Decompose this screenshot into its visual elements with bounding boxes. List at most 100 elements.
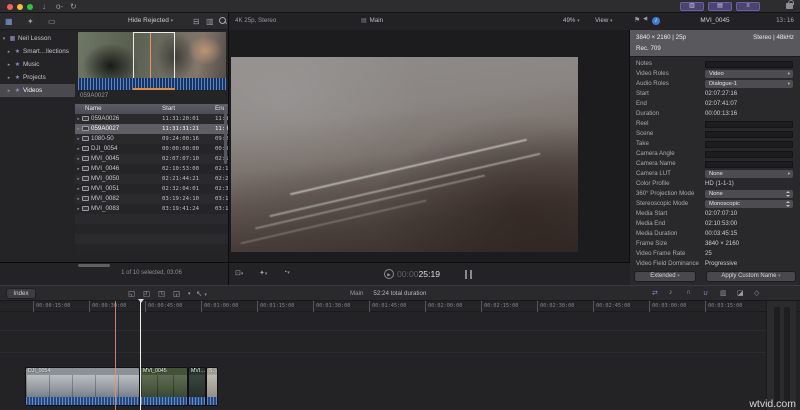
- list-vertical-scrollbar[interactable]: [224, 106, 227, 164]
- clip-appearance-icon[interactable]: ▥: [720, 289, 727, 297]
- table-row[interactable]: ▸059A002611:31:20:0111:31: [75, 114, 228, 124]
- snapping-icon[interactable]: ∪: [703, 289, 708, 297]
- connect-clip-icon[interactable]: ◱: [128, 289, 135, 299]
- video-canvas[interactable]: [231, 57, 578, 252]
- clip-height-icon[interactable]: ⊟: [193, 15, 200, 28]
- key-icon[interactable]: o-: [56, 1, 63, 12]
- zoom-dropdown[interactable]: 49% ▾: [563, 17, 580, 24]
- timeline-clip[interactable]: MVI_0045: [140, 367, 188, 406]
- table-row[interactable]: ▸ MVI_0051 02:32:04:01 02:3: [75, 184, 228, 194]
- inspector-row-value: 02:07:41:07: [705, 100, 738, 107]
- disclosure-closed-icon[interactable]: ▸: [5, 46, 13, 58]
- timeline-lanes[interactable]: DJI_0054 MVI_0045 MVI… S…: [0, 312, 800, 410]
- dropdown[interactable]: Video ▾: [705, 70, 793, 78]
- disclosure-closed-icon[interactable]: ▸: [75, 174, 82, 184]
- text-field[interactable]: [705, 120, 793, 128]
- clip-end-tc: 02:3: [215, 186, 228, 192]
- overwrite-clip-icon[interactable]: ◲: [173, 289, 180, 299]
- stepper[interactable]: Monoscopic: [705, 200, 793, 208]
- filmstrip-preview[interactable]: [78, 32, 226, 90]
- text-field[interactable]: [705, 150, 793, 158]
- chevron-down-icon[interactable]: ▾: [188, 289, 191, 299]
- retime-dropdown-icon[interactable]: ◔▾: [283, 269, 290, 276]
- playhead[interactable]: [137, 299, 144, 410]
- clip-audio-waveform: [207, 397, 217, 405]
- disclosure-closed-icon[interactable]: ▸: [75, 184, 82, 194]
- minimize-window-button[interactable]: [17, 3, 23, 10]
- disclosure-closed-icon[interactable]: ▸: [5, 59, 13, 71]
- text-field[interactable]: [705, 60, 793, 68]
- append-clip-icon[interactable]: ◳: [158, 289, 165, 299]
- workspace-button-1[interactable]: ▥: [680, 2, 704, 11]
- disclosure-closed-icon[interactable]: ▸: [75, 154, 82, 164]
- sidebar-item-music[interactable]: ▸ ★ Music: [0, 58, 75, 71]
- workspace-button-2[interactable]: ▤: [708, 2, 732, 11]
- timeline-clip[interactable]: S…: [206, 367, 218, 406]
- disclosure-closed-icon[interactable]: ▸: [75, 204, 82, 214]
- clip-table-header[interactable]: Name Start End: [75, 104, 228, 114]
- disclosure-closed-icon[interactable]: ▸: [5, 72, 13, 84]
- photos-audio-icon[interactable]: ✦: [27, 15, 34, 28]
- extended-button[interactable]: Extended ▾: [634, 271, 696, 282]
- sidebar-item-videos[interactable]: ▸ ★ Videos: [0, 84, 75, 97]
- list-view-icon[interactable]: ▥: [206, 15, 214, 28]
- stepper[interactable]: None: [705, 190, 793, 198]
- text-field[interactable]: [705, 130, 793, 138]
- workspace-button-3[interactable]: ≡: [736, 2, 760, 11]
- disclosure-closed-icon[interactable]: ▸: [75, 164, 82, 174]
- transform-dropdown-icon[interactable]: ⊡▾: [235, 269, 243, 277]
- view-dropdown[interactable]: View ▾: [595, 17, 613, 24]
- disclosure-closed-icon[interactable]: ▸: [75, 194, 82, 204]
- search-icon[interactable]: [219, 17, 227, 25]
- sidebar-item-projects[interactable]: ▸ ★ Projects: [0, 71, 75, 84]
- timeline-clip[interactable]: MVI…: [188, 367, 206, 406]
- skim-handles-icon[interactable]: [465, 270, 475, 279]
- skimming-icon[interactable]: ⇄: [652, 289, 658, 297]
- disclosure-closed-icon[interactable]: ▸: [5, 85, 13, 97]
- download-icon[interactable]: ↓: [42, 1, 46, 12]
- zoom-window-button[interactable]: [27, 3, 33, 10]
- enhance-dropdown-icon[interactable]: ✦▾: [259, 269, 267, 277]
- table-row[interactable]: ▸1080-5009:24:00:1609:24: [75, 134, 228, 144]
- browser-horizontal-scrollbar[interactable]: [78, 264, 110, 267]
- libraries-sidebar-icon[interactable]: ▦: [5, 15, 13, 28]
- table-row[interactable]: ▸059A002711:31:31:2111:31: [75, 124, 228, 134]
- timeline-ruler[interactable]: 00:00:15:00 00:00:30:00 00:00:45:00 00:01:0…: [0, 301, 800, 312]
- text-field[interactable]: [705, 160, 793, 168]
- table-row[interactable]: ▸ MVI_0050 02:21:44:21 02:2: [75, 174, 228, 184]
- sidebar-item-smart-llections[interactable]: ▸ ★ Smart…llections: [0, 45, 75, 58]
- table-row[interactable]: ▸ MVI_0083 03:19:41:24 03:1: [75, 204, 228, 214]
- refresh-icon[interactable]: ↻: [70, 1, 77, 12]
- column-name[interactable]: Name: [85, 104, 102, 114]
- event-icon: ★: [14, 62, 21, 68]
- apply-custom-name-button[interactable]: Apply Custom Name ▾: [706, 271, 796, 282]
- column-start[interactable]: Start: [162, 104, 175, 114]
- ruler-tick: 00:03:00:00: [649, 301, 686, 312]
- play-button[interactable]: ▶: [384, 269, 394, 279]
- table-row[interactable]: ▸ MVI_0082 03:19:24:10 03:1: [75, 194, 228, 204]
- text-field[interactable]: [705, 140, 793, 148]
- expand-icon[interactable]: ◇: [754, 289, 759, 297]
- close-window-button[interactable]: [7, 3, 13, 10]
- disclosure-closed-icon[interactable]: ▸: [75, 134, 82, 144]
- disclosure-closed-icon[interactable]: ▸: [75, 144, 82, 154]
- table-row[interactable]: ▸ MVI_0046 02:10:53:00 02:12: [75, 164, 228, 174]
- dropdown[interactable]: Dialogue-1 ▾: [705, 80, 793, 88]
- sidebar-item-neil-lesson[interactable]: ▾ ▦ Neil Lesson: [0, 32, 75, 45]
- timeline-clip[interactable]: DJI_0054: [25, 367, 140, 406]
- disclosure-closed-icon[interactable]: ▸: [75, 124, 82, 134]
- table-row[interactable]: ▸ MVI_0045 02:07:07:10 02:1: [75, 154, 228, 164]
- filter-dropdown[interactable]: Hide Rejected ▾: [128, 17, 173, 24]
- insert-clip-icon[interactable]: ◰: [143, 289, 150, 299]
- titles-generators-icon[interactable]: ▭: [48, 15, 56, 28]
- solo-icon[interactable]: ∩: [686, 289, 691, 296]
- dropdown[interactable]: None ▾: [705, 170, 793, 178]
- disclosure-open-icon[interactable]: ▾: [0, 33, 8, 45]
- inspector-row-label: Video Roles: [636, 70, 669, 77]
- table-row[interactable]: ▸ DJI_0054 00:00:00:00 00:0: [75, 144, 228, 154]
- audio-skimming-icon[interactable]: ♪: [669, 289, 673, 296]
- tool-selector[interactable]: ↖ ▾: [196, 289, 207, 300]
- index-button[interactable]: Index: [6, 288, 36, 299]
- effects-browser-icon[interactable]: ◪: [737, 289, 744, 297]
- disclosure-closed-icon[interactable]: ▸: [75, 114, 82, 124]
